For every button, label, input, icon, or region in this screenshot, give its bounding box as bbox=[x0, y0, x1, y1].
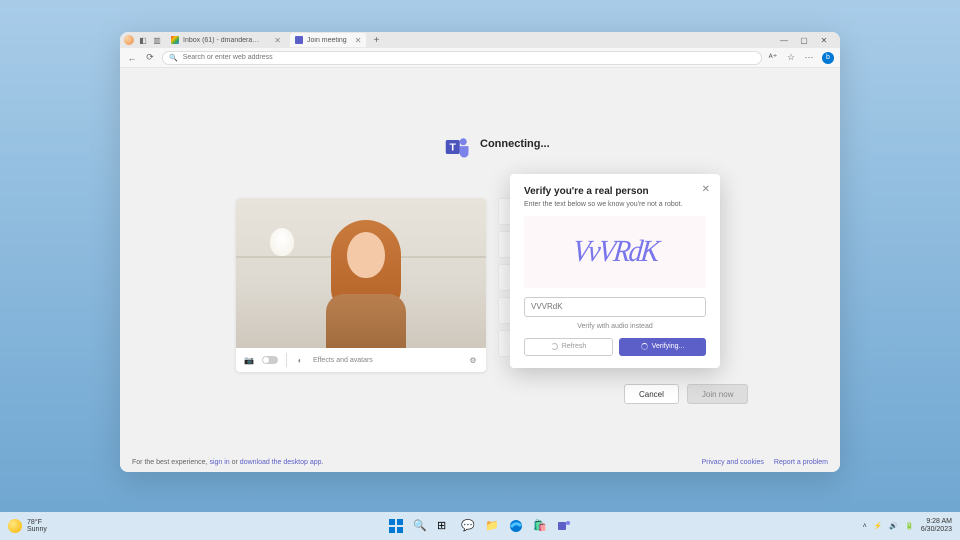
start-button[interactable] bbox=[386, 516, 406, 536]
cancel-button[interactable]: Cancel bbox=[624, 384, 679, 404]
store-button[interactable]: 🛍️ bbox=[530, 516, 550, 536]
download-link[interactable]: download the desktop app bbox=[240, 459, 322, 466]
menu-icon[interactable]: ⋯ bbox=[804, 53, 814, 63]
page-footer: For the best experience, sign in or down… bbox=[120, 452, 840, 472]
camera-toggle[interactable] bbox=[262, 356, 278, 364]
edge-button[interactable] bbox=[506, 516, 526, 536]
window-controls: — ▢ ✕ bbox=[780, 36, 836, 45]
read-aloud-icon[interactable]: ᴬ⁺ bbox=[768, 53, 778, 63]
teams-logo: T bbox=[444, 133, 472, 161]
new-tab-button[interactable]: + bbox=[370, 35, 382, 46]
footer-text: For the best experience, sign in or down… bbox=[132, 459, 323, 466]
effects-label[interactable]: Effects and avatars bbox=[313, 357, 373, 364]
preview-toolbar: 📷 ◐ Effects and avatars ⚙ bbox=[236, 348, 486, 372]
search-button[interactable]: 🔍 bbox=[410, 516, 430, 536]
clock[interactable]: 9:28 AM 6/30/2023 bbox=[921, 518, 952, 533]
verify-button[interactable]: Verifying... bbox=[619, 338, 706, 356]
sun-icon bbox=[8, 519, 22, 533]
search-icon: 🔍 bbox=[169, 54, 178, 62]
camera-feed bbox=[236, 198, 486, 348]
refresh-label: Refresh bbox=[562, 343, 587, 350]
close-icon[interactable]: ✕ bbox=[274, 36, 281, 45]
tab-title: Join meeting bbox=[307, 37, 347, 44]
close-icon[interactable]: ✕ bbox=[355, 36, 362, 45]
close-icon[interactable]: ✕ bbox=[702, 184, 710, 195]
address-box[interactable]: 🔍 bbox=[162, 51, 762, 65]
modal-title: Verify you're a real person bbox=[524, 186, 706, 197]
weather-cond: Sunny bbox=[27, 526, 47, 533]
captcha-image: VvVRdK bbox=[524, 216, 706, 288]
task-view-button[interactable]: ⊞ bbox=[434, 516, 454, 536]
gmail-icon bbox=[171, 36, 179, 44]
profile-avatar[interactable] bbox=[124, 35, 134, 45]
chevron-up-icon[interactable]: ˄ bbox=[863, 523, 867, 530]
svg-text:T: T bbox=[450, 142, 457, 154]
system-tray[interactable]: ˄ ⚡ 🔊 🔋 9:28 AM 6/30/2023 bbox=[863, 518, 952, 533]
refresh-button[interactable]: ⟳ bbox=[144, 52, 156, 64]
teams-icon bbox=[295, 36, 303, 44]
captcha-modal: ✕ Verify you're a real person Enter the … bbox=[510, 174, 720, 368]
connecting-status: Connecting... bbox=[480, 138, 550, 150]
time: 9:28 AM bbox=[921, 518, 952, 526]
modal-subtitle: Enter the text below so we know you're n… bbox=[524, 201, 706, 208]
join-now-button[interactable]: Join now bbox=[687, 384, 749, 404]
date: 6/30/2023 bbox=[921, 526, 952, 534]
teams-button[interactable] bbox=[554, 516, 574, 536]
privacy-link[interactable]: Privacy and cookies bbox=[702, 459, 764, 466]
join-actions: Cancel Join now bbox=[624, 384, 748, 404]
captcha-input[interactable] bbox=[524, 297, 706, 317]
explorer-button[interactable]: 📁 bbox=[482, 516, 502, 536]
effects-icon[interactable]: ◐ bbox=[295, 355, 305, 365]
battery-icon[interactable]: 🔋 bbox=[905, 522, 914, 530]
camera-icon[interactable]: 📷 bbox=[244, 355, 254, 365]
refresh-icon bbox=[551, 343, 558, 350]
weather-temp: 78°F bbox=[27, 519, 47, 526]
browser-window: ◧ ▥ Inbox (61) - dmandera@gmail.com ✕ Jo… bbox=[120, 32, 840, 472]
workspaces-icon[interactable]: ◧ bbox=[138, 35, 148, 45]
refresh-captcha-button[interactable]: Refresh bbox=[524, 338, 613, 356]
minimize-button[interactable]: — bbox=[780, 36, 788, 45]
gear-icon[interactable]: ⚙ bbox=[468, 355, 478, 365]
close-window-button[interactable]: ✕ bbox=[820, 36, 828, 45]
tab-gmail[interactable]: Inbox (61) - dmandera@gmail.com ✕ bbox=[166, 33, 286, 47]
volume-icon[interactable]: 🔊 bbox=[889, 522, 898, 530]
audio-verify-link[interactable]: Verify with audio instead bbox=[524, 323, 706, 330]
maximize-button[interactable]: ▢ bbox=[800, 36, 808, 45]
chat-button[interactable]: 💬 bbox=[458, 516, 478, 536]
camera-preview: 📷 ◐ Effects and avatars ⚙ bbox=[236, 198, 486, 372]
wifi-icon[interactable]: ⚡ bbox=[874, 522, 883, 530]
captcha-text: VvVRdK bbox=[571, 234, 659, 269]
address-input[interactable] bbox=[183, 54, 755, 61]
spinner-icon bbox=[641, 343, 648, 350]
address-bar: ← ⟳ 🔍 ᴬ⁺ ☆ ⋯ b bbox=[120, 48, 840, 68]
taskbar-center: 🔍 ⊞ 💬 📁 🛍️ bbox=[386, 516, 574, 536]
tab-teams[interactable]: Join meeting ✕ bbox=[290, 33, 366, 47]
collections-icon[interactable]: ▥ bbox=[152, 35, 162, 45]
copilot-icon[interactable]: b bbox=[822, 52, 834, 64]
tab-title: Inbox (61) - dmandera@gmail.com bbox=[183, 37, 266, 44]
verify-label: Verifying... bbox=[652, 343, 685, 350]
tab-bar: ◧ ▥ Inbox (61) - dmandera@gmail.com ✕ Jo… bbox=[120, 32, 840, 48]
page-content: T Connecting... 📷 ◐ Effects and avatars … bbox=[120, 68, 840, 472]
signin-link[interactable]: sign in bbox=[209, 459, 229, 466]
favorites-icon[interactable]: ☆ bbox=[786, 53, 796, 63]
report-problem-link[interactable]: Report a problem bbox=[774, 459, 828, 466]
taskbar: 78°F Sunny 🔍 ⊞ 💬 📁 🛍️ ˄ ⚡ 🔊 🔋 9:28 AM 6/… bbox=[0, 512, 960, 540]
weather-widget[interactable]: 78°F Sunny bbox=[8, 519, 47, 533]
back-button[interactable]: ← bbox=[126, 52, 138, 64]
